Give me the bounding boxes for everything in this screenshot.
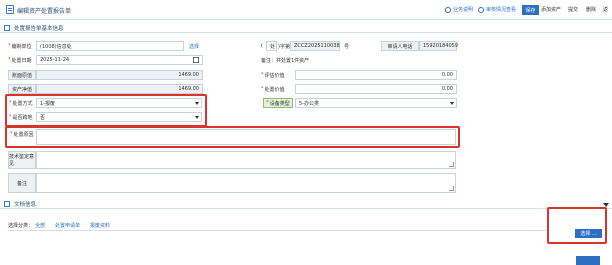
disposal-value-field[interactable]: 0.00: [295, 84, 457, 94]
category-label: 选择分类：: [8, 223, 34, 229]
calendar-icon[interactable]: [193, 57, 199, 63]
reason-label: * 处置原因: [10, 131, 34, 138]
book-value-field: 1469.00: [36, 70, 203, 80]
doc-char-field[interactable]: 处: [266, 41, 277, 51]
net-value-field: 1469.00: [36, 84, 203, 94]
method-label: * 处置方式: [9, 100, 33, 107]
section-icon: [4, 24, 10, 31]
help-link-label: 业务说明: [453, 7, 474, 13]
tech-field[interactable]: [36, 151, 456, 169]
method-select[interactable]: 1-报废: [36, 98, 202, 108]
save-button[interactable]: 保存: [522, 5, 539, 15]
document-icon: [6, 5, 14, 14]
remote-label: * 是否跨地: [9, 114, 33, 121]
tab-scrap-docs[interactable]: 报废资料: [90, 222, 110, 229]
highlight-box-select: [547, 207, 607, 244]
submit-button[interactable]: 提交: [568, 6, 578, 13]
review-status-link[interactable]: 审核情况查看: [478, 6, 516, 13]
doc-prefix: (: [261, 43, 263, 49]
net-value-label: 资产净值: [8, 84, 36, 94]
eval-field[interactable]: 0.00: [295, 70, 457, 80]
top-bar: [0, 0, 612, 20]
section-icon: [4, 200, 10, 207]
type-label: * 设备类型: [263, 98, 293, 108]
add-asset-button[interactable]: 添加资产: [541, 6, 561, 13]
docs-section-header: 文档信息: [0, 198, 612, 209]
help-link[interactable]: 业务说明: [445, 6, 473, 13]
doc-mid-label: )字第: [278, 44, 290, 50]
note-field[interactable]: [36, 173, 456, 193]
eval-label: * 评估价值: [261, 72, 285, 79]
basic-info-section-header: 处置报告单基本信息: [0, 22, 612, 33]
remark-text: 备注：共处置1件资产: [261, 58, 310, 64]
chevron-down-icon: [450, 102, 454, 105]
docs-section-title: 文档信息: [14, 201, 37, 208]
disposal-value-label: * 处置价值: [261, 86, 285, 93]
tab-disposal-request[interactable]: 处置申请单: [55, 222, 80, 229]
book-value-label: 账面原值: [8, 70, 36, 80]
doc-tabs: 全部 处置申请单 报废资料: [35, 222, 110, 229]
question-icon: [445, 6, 451, 13]
note-label: 备注: [8, 173, 36, 193]
select-button-hidden: [576, 256, 600, 265]
resize-handle[interactable]: [449, 186, 454, 191]
type-select[interactable]: 5-办公类: [295, 98, 457, 108]
basic-info-section-title: 处置报告单基本信息: [14, 25, 64, 32]
review-icon: [478, 6, 484, 13]
doc-select-button[interactable]: 选择 ...: [575, 229, 602, 238]
phone-field: 15920184059: [419, 41, 458, 51]
unit-select-link[interactable]: 选择: [189, 43, 199, 50]
reason-field[interactable]: [36, 129, 456, 145]
page-title: 编辑资产处置报告单: [17, 8, 72, 15]
chevron-down-icon: [195, 116, 199, 119]
unit-field[interactable]: (1008)信息处: [36, 41, 184, 51]
resize-handle[interactable]: [449, 162, 454, 167]
doc-suffix: 号: [344, 44, 350, 50]
chevron-down-icon: [195, 102, 199, 105]
phone-label: 审请人电话: [381, 41, 419, 51]
back-button[interactable]: 返: [603, 6, 608, 13]
remote-select[interactable]: 否: [36, 112, 202, 122]
doc-number-field: ZCCZ2025110038: [290, 41, 340, 51]
delete-button[interactable]: 删除: [586, 6, 596, 13]
tab-all[interactable]: 全部: [35, 222, 45, 229]
date-field[interactable]: 2025-11-24: [36, 55, 203, 65]
divider: [8, 230, 546, 231]
tech-label: 技术鉴定意见: [8, 151, 36, 169]
review-link-label: 审核情况查看: [486, 7, 517, 13]
date-label: * 处置日期: [8, 57, 32, 64]
